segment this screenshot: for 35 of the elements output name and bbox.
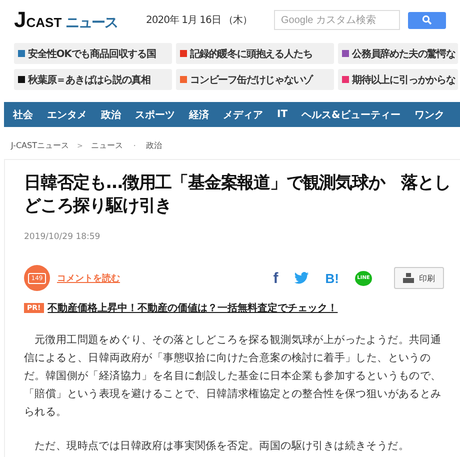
logo-text[interactable]: CAST [26, 15, 62, 30]
search-icon [422, 15, 432, 25]
breadcrumb-link[interactable]: 政治 [146, 140, 162, 151]
article-date: 2019/10/29 18:59 [24, 232, 102, 242]
printer-icon [403, 273, 414, 283]
nav-tab[interactable]: 社会 [13, 108, 33, 122]
article-paragraph: ただ、現時点では日韓政府は事実関係を否定。両国の駆け引きは続きそうだ。 [34, 439, 410, 454]
breadcrumb-link[interactable]: J-CASTニュース [11, 140, 69, 151]
trending-link[interactable]: 公務員辞めた夫の驚愕な [338, 43, 458, 64]
ad-link[interactable]: 不動産価格上昇中！不動産の価値は？一括無料査定でチェック！ [48, 301, 338, 315]
trending-link[interactable]: コンビーフ缶だけじゃないゾ [176, 69, 334, 90]
trending-link[interactable]: 秋葉原＝あきばはら説の真相 [14, 69, 172, 90]
trending-link[interactable]: 安全性OKでも商品回収する国 [14, 43, 172, 64]
nav-tab[interactable]: スポーツ [135, 108, 175, 122]
logo-subtitle[interactable]: ニュース [66, 14, 118, 32]
bookmark-share-button[interactable]: B! [325, 270, 339, 286]
search-button[interactable] [408, 12, 446, 28]
facebook-share-button[interactable]: f [273, 270, 278, 286]
trending-link[interactable]: 記録的暖冬に頭抱える人たち [176, 43, 334, 64]
print-button[interactable]: 印刷 [394, 267, 444, 289]
article-paragraph: 元徴用工問題をめぐり、その落としどころを探る観測気球が上がったようだ。共同通信によると、日韓両政府が「事態収拾に向けた合意案の検討に着手」した、というのだ。韓国側が「経済協力」を名目に創設した基金に日本企業も参加するというもので、「賠償」という表現を避けることで、日韓請求権協定との整合性を保つ狙いがあるとみられる。 [24, 333, 442, 420]
search-field[interactable]: Google カスタム検索 [274, 10, 400, 30]
nav-tab[interactable]: 経済 [189, 108, 209, 122]
bird-icon[interactable] [294, 272, 310, 284]
date-text: 2020年 1月 16日 （木） [146, 14, 254, 27]
article-title: 日韓否定も…徴用工「基金案報道」で観測気球か 落としどころ探り駆け引き [24, 172, 452, 218]
nav-tab[interactable]: ワンク [414, 108, 444, 122]
nav-tab[interactable]: ヘルス&ビューティー [302, 108, 400, 122]
nav-tab[interactable]: メディア [223, 108, 263, 122]
nav-tab[interactable]: エンタメ [47, 108, 87, 122]
logo-mark[interactable]: J [14, 7, 26, 33]
breadcrumb-link[interactable]: ニュース [90, 140, 123, 151]
nav-tab[interactable]: IT [277, 109, 288, 120]
trending-link[interactable]: 期待以上に引っかからな [338, 69, 458, 90]
nav-tab[interactable]: 政治 [101, 108, 121, 122]
